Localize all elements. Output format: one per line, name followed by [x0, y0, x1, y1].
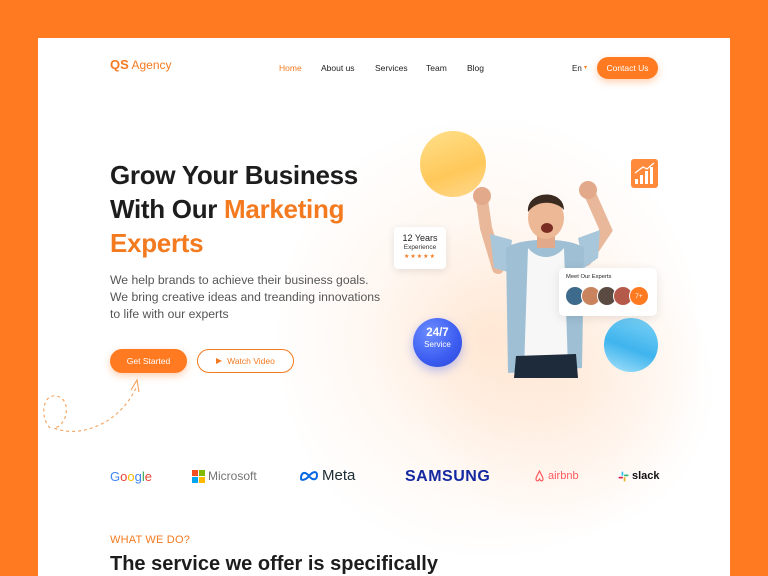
hero-description: We help brands to achieve their business… — [110, 273, 381, 321]
experience-card: 12 Years Experience ★★★★★ — [394, 227, 446, 269]
hero-title-line-2-a: With Our — [110, 194, 225, 224]
hero-title-line-3: Experts — [110, 228, 204, 258]
more-experts-badge: 7+ — [629, 286, 649, 306]
rating-stars-icon: ★★★★★ — [404, 254, 436, 260]
play-icon — [216, 358, 223, 364]
growth-chart-icon — [631, 159, 658, 188]
nav-services[interactable]: Services — [375, 63, 408, 73]
hero-title-highlight: Marketing — [224, 194, 345, 224]
service-badge-label: Service — [424, 340, 451, 349]
experts-card-title: Meet Our Experts — [566, 274, 612, 280]
samsung-logo: SAMSUNG — [405, 468, 491, 485]
section-title: The service we offer is specifically — [110, 553, 438, 575]
agency-logo[interactable]: QS Agency — [110, 57, 172, 72]
slack-label: slack — [632, 470, 660, 482]
slack-logo: slack — [618, 470, 660, 482]
microsoft-logo: Microsoft — [192, 469, 257, 483]
hero-title: Grow Your Business With Our Marketing Ex… — [110, 158, 410, 260]
contact-us-button[interactable]: Contact Us — [597, 57, 658, 79]
nav-blog[interactable]: Blog — [467, 63, 484, 73]
service-badge-number: 24/7 — [426, 327, 449, 339]
microsoft-label: Microsoft — [208, 469, 257, 483]
language-selector[interactable]: En ▾ — [572, 64, 587, 73]
nav-home[interactable]: Home — [279, 63, 302, 73]
watch-video-label: Watch Video — [227, 356, 275, 366]
airbnb-logo: airbnb — [534, 470, 579, 482]
nav-team[interactable]: Team — [426, 63, 447, 73]
section-eyebrow: WHAT WE DO? — [110, 534, 191, 546]
meta-label: Meta — [322, 467, 356, 484]
airbnb-label: airbnb — [548, 470, 579, 482]
page-card: QS Agency Home About us Services Team Bl… — [38, 38, 730, 576]
airbnb-icon — [535, 470, 544, 482]
slack-icon — [618, 471, 629, 481]
experts-card[interactable]: Meet Our Experts 7+ — [559, 268, 657, 316]
experience-label: Experience — [403, 244, 437, 251]
hero-title-line-1: Grow Your Business — [110, 160, 358, 190]
chevron-down-icon: ▾ — [584, 65, 588, 71]
meta-icon — [299, 470, 319, 481]
nav-about-us[interactable]: About us — [321, 63, 355, 73]
microsoft-icon — [192, 469, 205, 483]
experience-years: 12 Years — [402, 233, 438, 243]
google-logo: Google — [110, 469, 152, 484]
service-badge: 24/7 Service — [413, 318, 462, 367]
dashed-arrow-decoration — [43, 378, 140, 432]
meta-logo: Meta — [299, 467, 355, 484]
watch-video-button[interactable]: Watch Video — [197, 349, 294, 373]
language-label: En — [572, 64, 582, 73]
logo-text: Agency — [128, 58, 172, 72]
hero-title-line-2: With Our Marketing — [110, 192, 410, 226]
logo-mark: QS — [110, 57, 129, 72]
